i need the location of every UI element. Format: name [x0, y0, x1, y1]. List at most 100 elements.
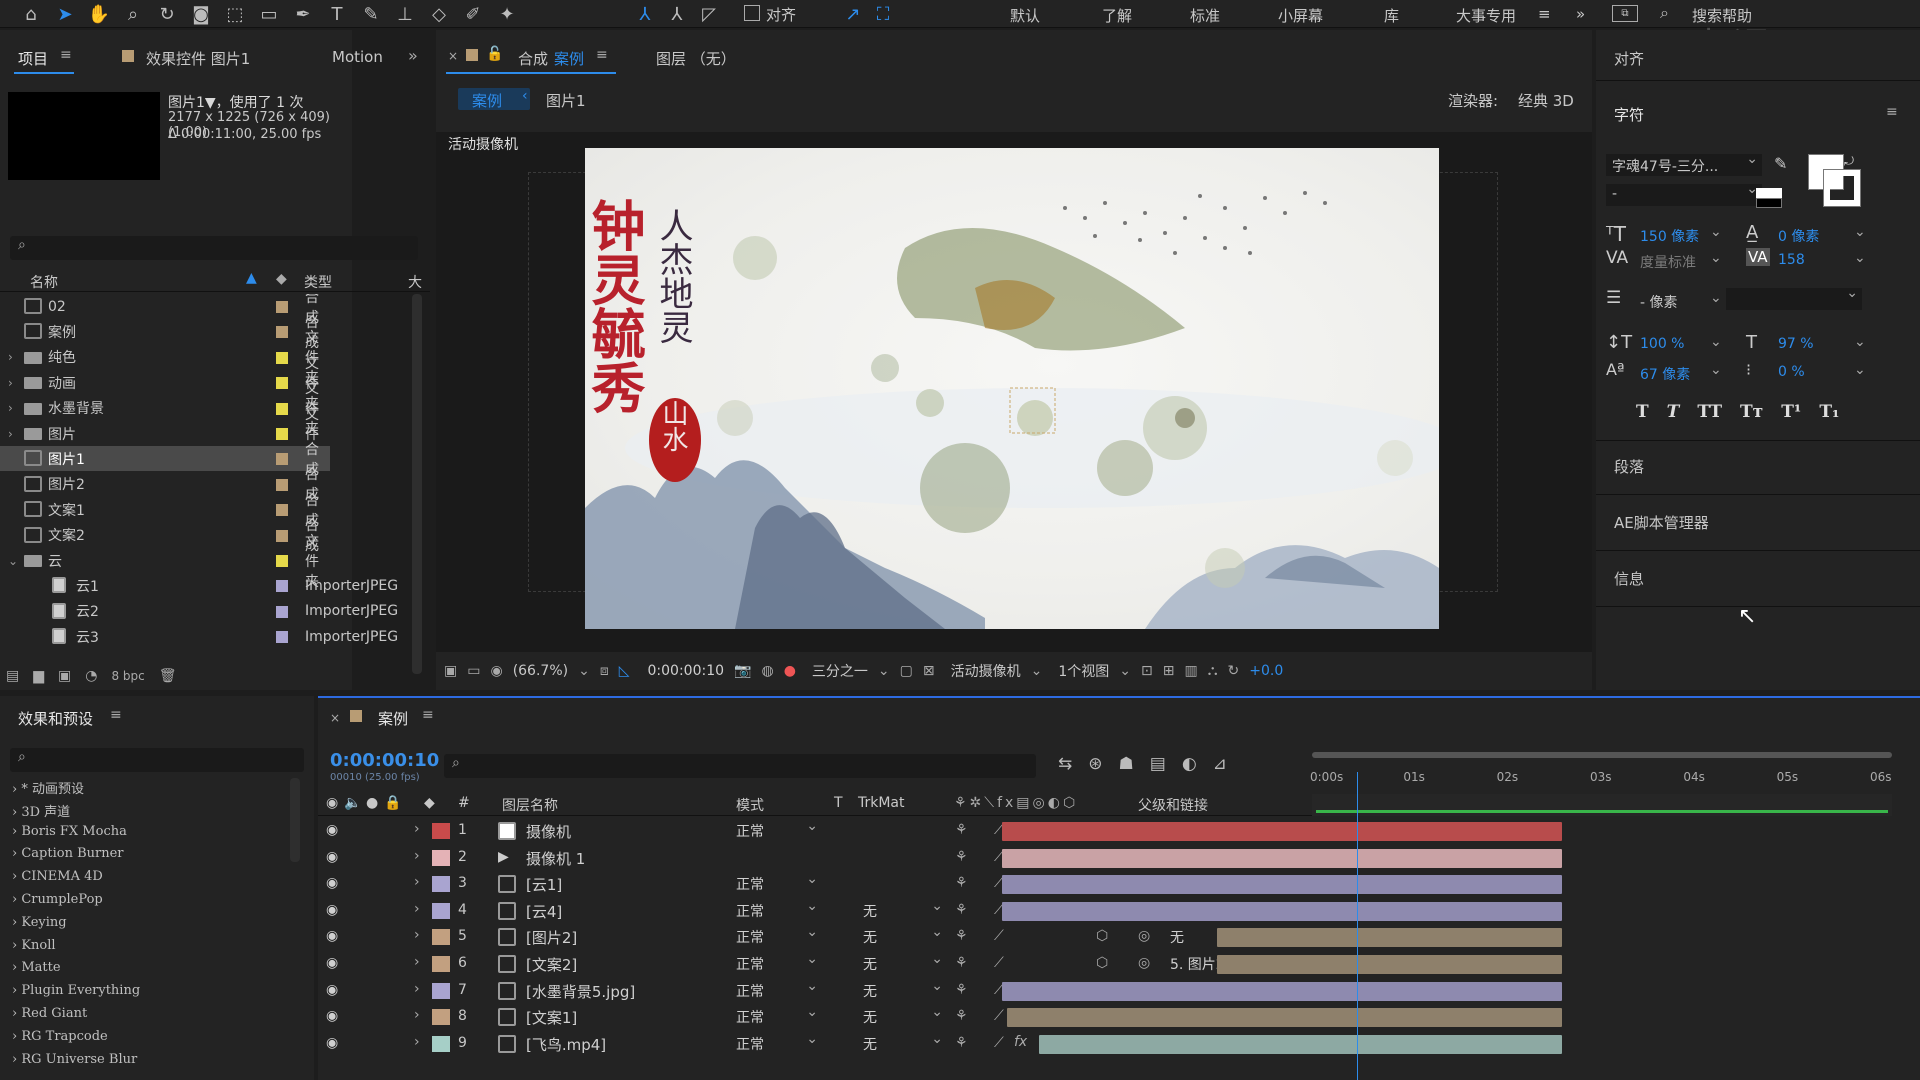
chevron-down-icon[interactable]: ⌄ — [8, 554, 18, 568]
effect-category[interactable]: › Keying — [12, 915, 67, 930]
layer-duration-bar[interactable] — [1002, 848, 1562, 868]
effect-category[interactable]: › RG Trapcode — [12, 1029, 108, 1044]
tab-motion[interactable]: Motion — [332, 48, 383, 66]
delete-icon[interactable]: 🗑 — [159, 668, 177, 684]
show-snapshot-icon[interactable]: ◍ — [761, 663, 773, 679]
swap-colors-icon[interactable]: ⤾ — [1844, 154, 1854, 169]
expand-chevron-icon[interactable]: › — [414, 927, 420, 943]
region-of-interest-icon[interactable]: ▢ — [900, 663, 913, 679]
new-folder-icon[interactable]: ▆ — [33, 668, 44, 684]
visibility-eye-icon[interactable]: ◉ — [326, 982, 338, 998]
work-area-bar[interactable] — [1312, 794, 1892, 816]
camera-tool-icon[interactable]: ◙ — [184, 0, 218, 28]
effect-category[interactable]: › CrumplePop — [12, 892, 103, 907]
layer-duration-bar[interactable] — [1216, 928, 1562, 948]
layer-name[interactable]: [水墨背景5.jpg] — [526, 981, 635, 1002]
toggle-pixel-aspect-icon[interactable]: ⊡ — [1141, 663, 1153, 679]
workspace-standard[interactable]: 标准 — [1190, 5, 1220, 26]
workspace-default[interactable]: 默认 — [1010, 5, 1040, 26]
motion-blur-icon[interactable]: ◐ — [1182, 754, 1197, 774]
mask-icon[interactable]: ◺ — [619, 663, 630, 679]
composition-viewer[interactable]: 活动摄像机 钟灵毓秀 人杰地灵 山水 — [436, 132, 1592, 652]
visibility-eye-icon[interactable]: ◉ — [326, 1035, 338, 1051]
camera-view-select[interactable]: 活动摄像机 — [951, 661, 1021, 681]
close-icon[interactable]: × — [330, 711, 340, 725]
reset-exposure-icon[interactable]: ↻ — [1228, 663, 1240, 679]
script-manager-panel-title[interactable]: AE脚本管理器 — [1614, 512, 1709, 533]
visibility-eye-icon[interactable]: ◉ — [326, 1008, 338, 1024]
tracking-value[interactable]: 158 — [1778, 252, 1805, 268]
selection-tool-icon[interactable]: ➤ — [48, 0, 82, 28]
frame-blending-icon[interactable]: ▤ — [1150, 754, 1166, 774]
layer-name[interactable]: [文案2] — [526, 954, 577, 975]
blend-mode-select[interactable]: 正常 — [736, 898, 822, 921]
label-color-swatch[interactable] — [276, 326, 288, 339]
quality-switch-icon[interactable]: ⟋ — [994, 1035, 1004, 1051]
chevron-right-icon[interactable]: › — [8, 427, 13, 441]
project-item[interactable]: ⌄ 云文件夹 — [0, 534, 330, 590]
layer-duration-bar[interactable] — [1039, 1034, 1562, 1054]
effect-category[interactable]: › * 动画预设 — [12, 778, 84, 797]
solo-toggle-icon[interactable]: ● — [366, 795, 378, 811]
tsume-value[interactable]: 0 % — [1778, 364, 1805, 380]
current-time-display[interactable]: 0:00:00:10 — [648, 663, 725, 679]
effect-category[interactable]: › Knoll — [12, 938, 56, 953]
timeline-tab[interactable]: 案例 — [378, 708, 408, 729]
transparency-grid-icon[interactable]: ⊠ — [923, 663, 935, 679]
leading-value[interactable]: 0 像素 — [1778, 226, 1819, 246]
zoom-tool-icon[interactable]: ⌕ — [116, 0, 150, 28]
layer-label-swatch[interactable] — [432, 1009, 450, 1026]
info-panel-title[interactable]: 信息 — [1614, 568, 1644, 589]
project-search-input[interactable]: ⌕ — [10, 236, 418, 260]
project-item[interactable]: ›图片文件夹 — [0, 407, 330, 463]
layer-duration-bar[interactable] — [1002, 981, 1562, 1001]
layer-duration-bar[interactable] — [1216, 955, 1562, 974]
layer-name[interactable]: [图片2] — [526, 927, 577, 948]
visibility-eye-icon[interactable]: ◉ — [326, 849, 338, 865]
shy-switch-icon[interactable]: ⚘ — [955, 875, 968, 891]
local-axis-icon[interactable]: ⅄ — [628, 0, 662, 28]
blend-mode-select[interactable]: 正常 — [736, 924, 822, 947]
column-type[interactable]: 类型 — [304, 272, 332, 292]
layer-label-swatch[interactable] — [432, 876, 450, 893]
horizontal-scale-value[interactable]: 97 % — [1778, 336, 1814, 352]
project-item[interactable]: 云1 ImporterJPEG — [0, 573, 398, 598]
project-item[interactable]: 02 合成 — [0, 294, 330, 326]
tab-effect-controls[interactable]: 效果控件 图片1 — [146, 48, 250, 69]
superscript-button[interactable]: T¹ — [1781, 402, 1801, 422]
hand-tool-icon[interactable]: ✋ — [82, 0, 116, 28]
eraser-tool-icon[interactable]: ◇ — [422, 0, 456, 28]
type-tool-icon[interactable]: T — [320, 0, 354, 28]
brush-tool-icon[interactable]: ✎ — [354, 0, 388, 28]
layer-row[interactable]: ◉›4[云4]正常无⚘⟋fx⬡◎5. 图片2 — [318, 898, 1920, 924]
blend-mode-select[interactable]: 正常 — [736, 818, 822, 841]
fast-previews-icon[interactable]: ⊞ — [1163, 663, 1175, 679]
snap-options-icon[interactable]: ⛶ — [866, 0, 900, 28]
column-layer-name[interactable]: 图层名称 — [502, 795, 558, 815]
align-checkbox[interactable] — [744, 5, 760, 21]
project-item[interactable]: 文案1 合成 — [0, 493, 330, 529]
layer-duration-bar[interactable] — [1002, 822, 1562, 841]
label-color-swatch[interactable] — [276, 402, 288, 415]
layer-row[interactable]: ◉›6[文案2]正常无⚘⟋⬡◎5. 图片2 — [318, 951, 1920, 977]
layer-label-swatch[interactable] — [432, 982, 450, 999]
stroke-width-value[interactable]: - 像素 — [1640, 292, 1678, 312]
track-matte-select[interactable]: 无 — [863, 924, 947, 947]
blend-mode-select[interactable]: 正常 — [736, 951, 822, 974]
playhead[interactable] — [1357, 772, 1359, 1080]
effect-category[interactable]: › Caption Burner — [12, 846, 124, 861]
time-navigator[interactable] — [1312, 748, 1892, 762]
chevron-right-icon[interactable]: › — [8, 350, 13, 364]
3d-layer-switch-icon[interactable]: ⬡ — [1096, 928, 1108, 944]
interpret-footage-icon[interactable]: ▤ — [6, 668, 19, 684]
effect-category[interactable]: › Red Giant — [12, 1006, 87, 1021]
label-color-swatch[interactable] — [276, 478, 288, 491]
label-color-swatch[interactable] — [276, 351, 288, 364]
snap-icon[interactable]: ↗ — [836, 0, 870, 28]
rectangle-tool-icon[interactable]: ▭ — [252, 0, 286, 28]
layer-duration-bar[interactable] — [1006, 1008, 1562, 1028]
snapshot-icon[interactable]: 📷 — [734, 663, 751, 679]
shy-switch-icon[interactable]: ⚘ — [955, 982, 968, 998]
label-color-swatch[interactable] — [276, 529, 288, 542]
channel-icon[interactable]: ● — [784, 663, 796, 679]
